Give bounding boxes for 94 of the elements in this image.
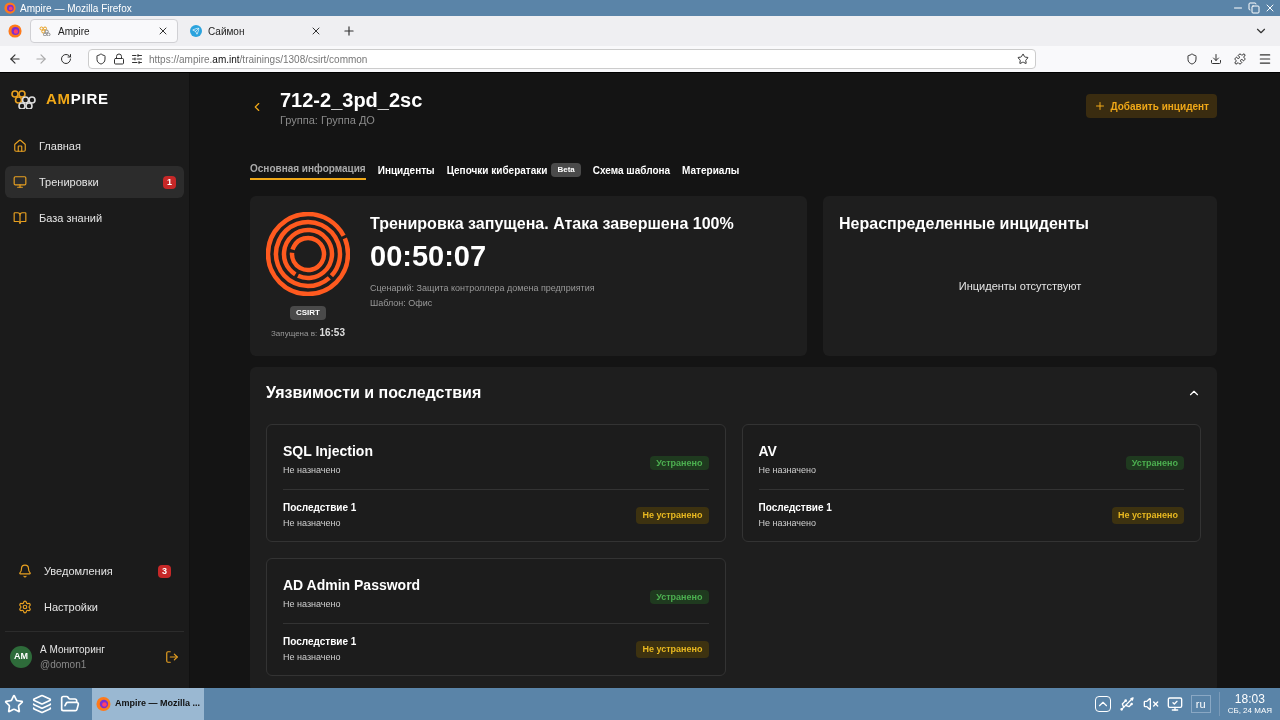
sidebar-label: Настройки [44, 599, 99, 615]
url-text: https://ampire.am.int/trainings/1308/csirt/common [149, 52, 369, 67]
lock-icon [113, 53, 125, 65]
folder-icon[interactable] [60, 694, 80, 714]
firefox-icon [96, 695, 111, 713]
permissions-icon [131, 53, 143, 65]
template-text: Шаблон: Офис [370, 297, 434, 310]
count-badge: 3 [158, 564, 171, 578]
restore-icon[interactable] [1248, 2, 1260, 14]
download-icon[interactable] [1210, 53, 1222, 65]
menu-icon[interactable] [1258, 52, 1272, 66]
card-title: Нераспределенные инциденты [839, 213, 1090, 234]
page-tab[interactable]: Основная информация [250, 160, 366, 180]
status-badge: Не устранено [636, 640, 709, 658]
book-icon [13, 211, 27, 225]
page-title: 712-2_3pd_2sc [280, 88, 424, 112]
page-tab[interactable]: Инциденты [377, 160, 435, 180]
consequence-title: Последствие 1 [283, 635, 357, 649]
team-badge: CSIRT [290, 305, 326, 320]
hexagon-logo-icon [39, 26, 52, 36]
group-subtitle: Группа: Группа ДО [280, 113, 376, 128]
scenario-text: Сценарий: Защита контроллера домена предприятия [370, 281, 596, 295]
house-icon [13, 139, 27, 153]
sidebar-item[interactable]: Настройки [10, 591, 179, 623]
taskbar-task[interactable]: Ampire — Mozilla ... [92, 688, 204, 720]
consequence-title: Последствие 1 [758, 501, 832, 515]
monitor-icon [13, 175, 27, 189]
app-logo: AMPIRE [46, 88, 109, 109]
timer-text: 00:50:07 [370, 238, 488, 274]
firefox-icon [8, 24, 22, 38]
plus-icon [1094, 100, 1107, 112]
address-bar[interactable]: https://ampire.am.int/trainings/1308/csirt/common [88, 49, 1036, 69]
logout-icon[interactable] [165, 650, 179, 664]
page-tab[interactable]: Цепочки кибератаки Beta [446, 160, 581, 180]
status-badge: Устранено [650, 589, 709, 604]
status-badge: Не устранено [636, 506, 709, 524]
browser-tab[interactable]: Саймон [182, 19, 330, 43]
sidebar-item[interactable]: Тренировки 1 [5, 166, 184, 198]
firefox-icon [4, 2, 16, 14]
empty-message: Инциденты отсутствуют [958, 278, 1082, 294]
user-handle: @domon1 [40, 658, 88, 672]
user-avatar: AM [10, 646, 32, 668]
new-tab-icon[interactable] [342, 24, 356, 38]
browser-tab[interactable]: Ampire [30, 19, 178, 43]
extensions-icon[interactable] [1234, 53, 1246, 65]
add-incident-button[interactable]: Добавить инцидент [1086, 94, 1217, 118]
count-badge: 1 [163, 175, 176, 189]
vulnerability-title: AD Admin Password [283, 575, 421, 595]
start-menu-icon[interactable] [4, 694, 24, 714]
status-title: Тренировка запущена. Атака завершена 100% [370, 213, 734, 234]
bell-icon [18, 564, 32, 578]
section-title: Уязвимости и последствия [266, 382, 482, 403]
vulnerability-title: SQL Injection [283, 441, 373, 461]
back-icon[interactable] [8, 52, 22, 66]
status-badge: Не устранено [1111, 506, 1184, 524]
page-tab[interactable]: Материалы [682, 160, 740, 180]
usb-icon[interactable] [1118, 696, 1135, 712]
status-badge: Устранено [1125, 455, 1184, 470]
sidebar-item[interactable]: База знаний [5, 202, 184, 234]
assignee-text: Не назначено [283, 651, 342, 664]
sidebar-label: Уведомления [44, 563, 114, 579]
display-icon[interactable] [1166, 696, 1183, 712]
gear-icon [18, 600, 32, 614]
hexagon-logo-icon [10, 89, 36, 109]
assignee-text: Не назначено [758, 517, 817, 530]
paper-plane-icon [190, 25, 202, 37]
shield-icon [95, 53, 107, 65]
close-icon[interactable] [157, 25, 169, 37]
page-tab[interactable]: Схема шаблона [592, 160, 671, 180]
status-badge: Устранено [650, 455, 709, 470]
sidebar-label: Тренировки [39, 174, 100, 190]
tray-expand-icon[interactable] [1094, 696, 1111, 712]
muted-speaker-icon[interactable] [1142, 696, 1159, 712]
assignee-text: Не назначено [283, 517, 342, 530]
assignee-text: Не назначено [758, 463, 816, 477]
window-title: Ampire — Mozilla Firefox [20, 1, 133, 16]
bookmark-star-icon[interactable] [1017, 53, 1029, 65]
reload-icon[interactable] [60, 53, 72, 65]
assignee-text: Не назначено [283, 463, 342, 477]
consequence-title: Последствие 1 [283, 501, 357, 515]
clock[interactable]: 18:03 СБ, 24 МАЯ [1218, 692, 1276, 716]
start-time-text: Запущена в: 16:53 [271, 325, 345, 340]
tab-label: Ampire [58, 24, 91, 39]
beta-badge: Beta [551, 163, 581, 177]
sidebar-label: Главная [39, 138, 82, 154]
assignee-text: Не назначено [283, 597, 342, 611]
sidebar-item[interactable]: Главная [5, 130, 184, 162]
sidebar-label: База знаний [39, 210, 104, 226]
user-name: А Мониторинг [40, 643, 106, 657]
tab-label: Саймон [208, 24, 246, 39]
sidebar-item[interactable]: Уведомления 3 [10, 555, 179, 587]
close-icon[interactable] [310, 25, 322, 37]
language-indicator[interactable]: ru [1190, 694, 1211, 714]
vulnerability-title: AV [758, 441, 778, 461]
